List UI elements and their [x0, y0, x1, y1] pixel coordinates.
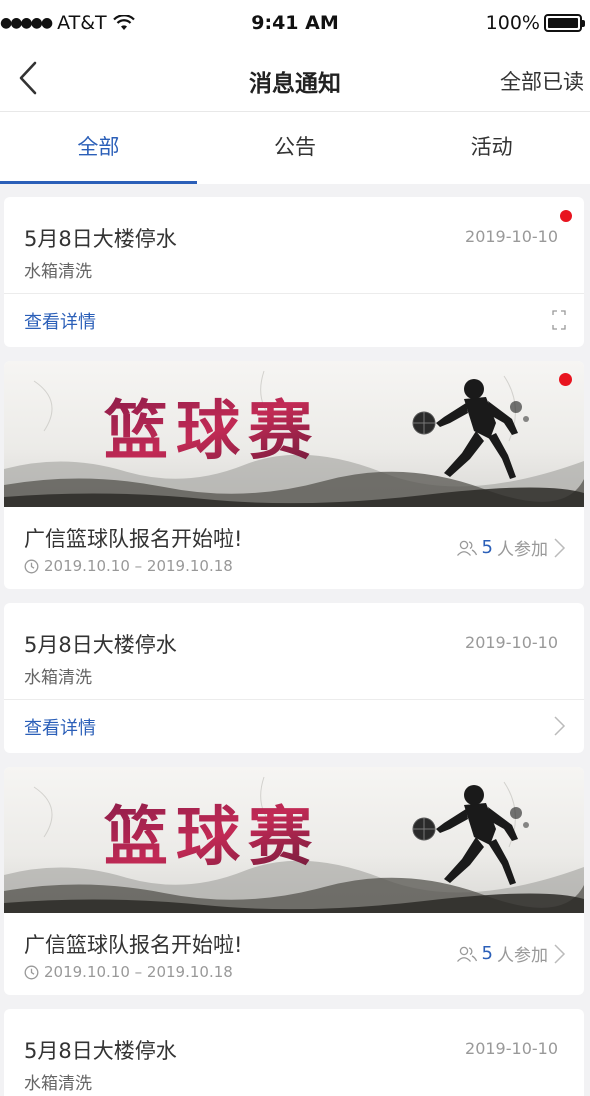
- view-details-row[interactable]: 查看详情: [4, 294, 584, 346]
- participants-button[interactable]: 5 人参加: [456, 535, 566, 560]
- chevron-right-icon: [554, 716, 566, 736]
- view-details-link[interactable]: 查看详情: [24, 714, 96, 740]
- unread-dot: [559, 373, 572, 386]
- tab-events[interactable]: 活动: [393, 112, 590, 184]
- notice-header: 5月8日大楼停水 水箱清洗 2019-10-10: [4, 603, 584, 700]
- signal-icon: ●●●●●: [0, 15, 53, 31]
- battery-icon: [544, 14, 585, 32]
- notice-card[interactable]: 5月8日大楼停水 水箱清洗 2019-10-10 查看详情: [4, 197, 584, 347]
- people-icon: [456, 540, 477, 556]
- tab-bar: 全部 公告 活动: [0, 112, 590, 184]
- event-date-range: 2019.10.10 – 2019.10.18: [24, 963, 233, 981]
- basketball-banner: 篮球赛: [4, 767, 584, 913]
- notice-card[interactable]: 5月8日大楼停水 水箱清洗 2019-10-10: [4, 1009, 584, 1096]
- notice-header: 5月8日大楼停水 水箱清洗 2019-10-10: [4, 1009, 584, 1096]
- banner-title: 篮球赛: [104, 800, 320, 875]
- participant-count: 5: [481, 537, 493, 558]
- notice-title: 5月8日大楼停水: [24, 227, 177, 251]
- notice-date: 2019-10-10: [465, 1039, 558, 1058]
- event-card[interactable]: 篮球赛 广信篮球队报名开始啦! 2019.10.10 – 2019.10.18: [4, 361, 584, 589]
- clock-icon: [24, 965, 39, 979]
- event-title: 广信篮球队报名开始啦!: [24, 527, 243, 551]
- participant-label: 人参加: [497, 540, 548, 560]
- basketball-banner: 篮球赛: [4, 361, 584, 507]
- clock-icon: [24, 559, 39, 573]
- notice-subtitle: 水箱清洗: [24, 668, 92, 688]
- participant-count: 5: [481, 943, 493, 964]
- event-date-text: 2019.10.10 – 2019.10.18: [44, 557, 233, 575]
- tab-all[interactable]: 全部: [0, 112, 197, 184]
- battery-percent: 100%: [485, 12, 540, 34]
- notice-header: 5月8日大楼停水 水箱清洗 2019-10-10: [4, 197, 584, 294]
- event-date-text: 2019.10.10 – 2019.10.18: [44, 963, 233, 981]
- chevron-right-icon: [554, 943, 566, 964]
- expand-icon[interactable]: [552, 310, 566, 330]
- event-banner-image: 篮球赛: [4, 361, 584, 507]
- view-details-row[interactable]: 查看详情: [4, 700, 584, 752]
- mark-all-read-button[interactable]: 全部已读: [500, 66, 584, 96]
- participants-button[interactable]: 5 人参加: [456, 941, 566, 966]
- notice-title: 5月8日大楼停水: [24, 633, 177, 657]
- chevron-right-icon: [554, 537, 566, 558]
- wifi-icon: [112, 15, 135, 30]
- notice-date: 2019-10-10: [465, 633, 558, 652]
- event-date-range: 2019.10.10 – 2019.10.18: [24, 557, 233, 575]
- event-info: 广信篮球队报名开始啦! 2019.10.10 – 2019.10.18 5 人参…: [4, 507, 584, 589]
- carrier-label: AT&T: [57, 12, 107, 34]
- unread-dot: [560, 210, 572, 222]
- view-details-link[interactable]: 查看详情: [24, 308, 96, 334]
- nav-bar: 消息通知 全部已读: [0, 46, 590, 112]
- event-banner-image: 篮球赛: [4, 767, 584, 913]
- notice-date: 2019-10-10: [465, 227, 558, 246]
- event-info: 广信篮球队报名开始啦! 2019.10.10 – 2019.10.18 5 人参…: [4, 913, 584, 995]
- notice-subtitle: 水箱清洗: [24, 1074, 92, 1094]
- notice-card[interactable]: 5月8日大楼停水 水箱清洗 2019-10-10 查看详情: [4, 603, 584, 753]
- event-card[interactable]: 篮球赛 广信篮球队报名开始啦! 2019.10.10 – 2019.10.18: [4, 767, 584, 995]
- notice-subtitle: 水箱清洗: [24, 262, 92, 282]
- status-left: ●●●●● AT&T: [0, 12, 135, 34]
- notice-title: 5月8日大楼停水: [24, 1039, 177, 1063]
- status-right: 100%: [485, 12, 585, 34]
- participant-label: 人参加: [497, 946, 548, 966]
- people-icon: [456, 946, 477, 962]
- status-bar: ●●●●● AT&T 9:41 AM 100%: [0, 0, 590, 46]
- event-title: 广信篮球队报名开始啦!: [24, 933, 243, 957]
- banner-title: 篮球赛: [104, 394, 320, 469]
- tab-announcements[interactable]: 公告: [197, 112, 394, 184]
